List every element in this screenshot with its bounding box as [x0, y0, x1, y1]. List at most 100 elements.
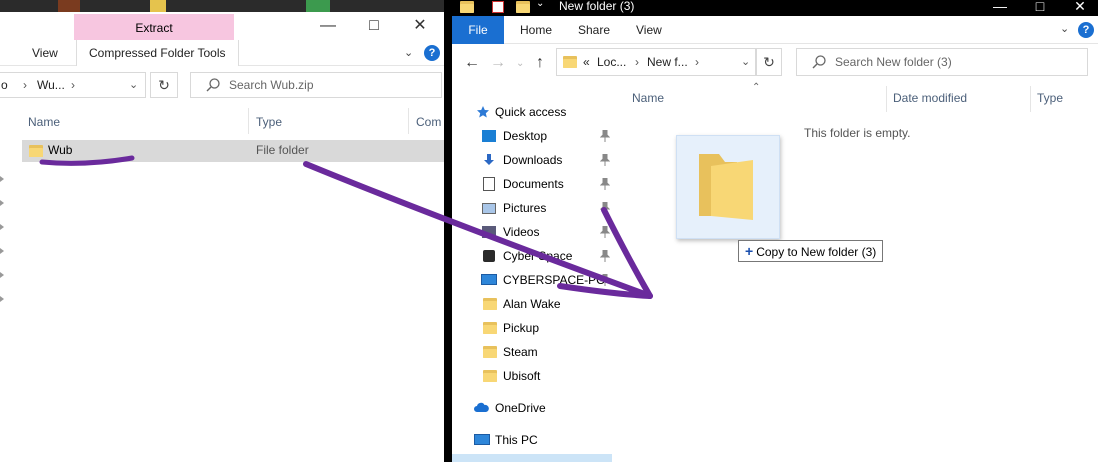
- column-header-compressed-size[interactable]: Com: [416, 112, 441, 132]
- new-folder-icon[interactable]: [516, 1, 530, 13]
- recent-locations-icon[interactable]: ⌄: [516, 58, 524, 69]
- nav-item-local-disk-selected[interactable]: [452, 454, 612, 462]
- breadcrumb-item[interactable]: Wu...: [37, 78, 65, 92]
- tab-view[interactable]: View: [32, 40, 58, 66]
- nav-label: OneDrive: [495, 401, 546, 415]
- breadcrumb-item[interactable]: New f...: [647, 55, 688, 69]
- nav-expand-icon[interactable]: [0, 200, 4, 206]
- refresh-button[interactable]: ↻: [150, 72, 178, 98]
- maximize-button[interactable]: □: [352, 12, 396, 40]
- address-dropdown-icon[interactable]: ⌄: [741, 55, 750, 68]
- nav-item-pickup[interactable]: Pickup: [452, 317, 612, 339]
- breadcrumb-item[interactable]: Loc...: [597, 55, 626, 69]
- column-divider[interactable]: [1030, 86, 1031, 112]
- minimize-button[interactable]: —: [306, 12, 350, 40]
- nav-expand-icon[interactable]: [0, 296, 4, 302]
- cloud-icon: [474, 402, 489, 412]
- column-divider[interactable]: [408, 108, 409, 134]
- help-button[interactable]: ?: [424, 45, 440, 61]
- empty-folder-message: This folder is empty.: [804, 126, 911, 140]
- nav-expand-icon[interactable]: [0, 176, 4, 182]
- ribbon-expand-icon[interactable]: ⌄: [404, 46, 413, 59]
- tab-view[interactable]: View: [636, 17, 662, 43]
- search-icon: [206, 78, 220, 92]
- desktop-app-icon: [306, 0, 330, 12]
- right-ribbon: File Home Share View ⌄ ?: [452, 16, 1098, 44]
- nav-label: Pictures: [503, 201, 547, 215]
- right-address-bar-area: ← → ⌄ ↑ « Loc... › New f... › ⌄ ↻ Search…: [452, 44, 1098, 84]
- desktop-app-icon: [150, 0, 166, 12]
- folder-icon: [29, 145, 43, 157]
- right-search-box[interactable]: Search New folder (3): [796, 48, 1088, 76]
- file-list-area[interactable]: Name ⌃ Date modified Type This folder is…: [612, 82, 1098, 462]
- nav-expand-icon[interactable]: [0, 272, 4, 278]
- right-explorer-window: ⌄ New folder (3) — □ ✕ File Home Share V…: [452, 0, 1098, 462]
- nav-label: Alan Wake: [503, 297, 561, 311]
- download-icon: [484, 154, 494, 165]
- pc-icon: [474, 434, 490, 445]
- maximize-button[interactable]: □: [1022, 0, 1058, 14]
- drag-preview-thumbnail: [676, 135, 780, 239]
- tab-extract[interactable]: Extract: [74, 14, 234, 42]
- nav-item-quick-access[interactable]: Quick access: [452, 101, 612, 123]
- nav-item-documents[interactable]: Documents: [452, 173, 612, 195]
- nav-item-videos[interactable]: Videos: [452, 221, 612, 243]
- file-row-wub[interactable]: Wub File folder: [22, 140, 444, 162]
- properties-icon[interactable]: [492, 1, 504, 13]
- folder-icon: [483, 370, 497, 382]
- left-address-bar[interactable]: o › Wu... › ⌄: [0, 72, 146, 98]
- desktop-behind-strip: [0, 0, 444, 12]
- nav-item-steam[interactable]: Steam: [452, 341, 612, 363]
- nav-item-pictures[interactable]: Pictures: [452, 197, 612, 219]
- column-header-name[interactable]: Name: [28, 112, 60, 132]
- address-dropdown-icon[interactable]: ⌄: [129, 78, 138, 91]
- column-header-name[interactable]: Name: [632, 88, 664, 108]
- tab-share[interactable]: Share: [578, 17, 610, 43]
- navigation-pane: Quick access Desktop Downloads Documents…: [452, 84, 612, 462]
- refresh-button[interactable]: ↻: [756, 48, 782, 76]
- folder-icon: [563, 56, 577, 68]
- nav-item-ubisoft[interactable]: Ubisoft: [452, 365, 612, 387]
- tab-home[interactable]: Home: [520, 17, 552, 43]
- close-button[interactable]: ✕: [398, 12, 442, 40]
- left-search-box[interactable]: Search Wub.zip: [190, 72, 442, 98]
- back-arrow-icon[interactable]: ←: [464, 54, 480, 72]
- nav-label: Documents: [503, 177, 564, 191]
- close-button[interactable]: ✕: [1062, 0, 1098, 15]
- nav-item-cyberspace-pc[interactable]: CYBERSPACE-PC: [452, 269, 612, 291]
- star-icon: [477, 106, 489, 118]
- ribbon-expand-icon[interactable]: ⌄: [1060, 22, 1069, 35]
- column-divider[interactable]: [886, 86, 887, 112]
- window-title: New folder (3): [559, 0, 635, 13]
- breadcrumb-chevron-icon: ›: [71, 78, 75, 92]
- nav-expand-icon[interactable]: [0, 224, 4, 230]
- tab-file[interactable]: File: [452, 16, 504, 44]
- right-title-bar: ⌄ New folder (3) — □ ✕: [452, 0, 1098, 16]
- nav-item-downloads[interactable]: Downloads: [452, 149, 612, 171]
- column-header-type[interactable]: Type: [256, 112, 282, 132]
- help-button[interactable]: ?: [1078, 22, 1094, 38]
- breadcrumb-item[interactable]: o: [1, 78, 8, 92]
- file-name: Wub: [48, 143, 73, 157]
- nav-item-alan-wake[interactable]: Alan Wake: [452, 293, 612, 315]
- column-header-date-modified[interactable]: Date modified: [893, 88, 967, 108]
- nav-expand-icon[interactable]: [0, 248, 4, 254]
- right-address-bar[interactable]: « Loc... › New f... › ⌄: [556, 48, 756, 76]
- breadcrumb-chevron-icon: ›: [695, 55, 699, 69]
- breadcrumb-chevron-icon: ›: [23, 78, 27, 92]
- sort-up-icon: ⌃: [752, 82, 761, 93]
- videos-icon: [482, 226, 496, 238]
- column-header-type[interactable]: Type: [1037, 88, 1063, 108]
- nav-item-cyber-space[interactable]: Cyber Space: [452, 245, 612, 267]
- quick-access-toolbar-dropdown-icon[interactable]: ⌄: [536, 0, 544, 9]
- forward-arrow-icon[interactable]: →: [490, 54, 506, 72]
- tab-compressed-folder-tools[interactable]: Compressed Folder Tools: [76, 40, 239, 66]
- up-arrow-icon[interactable]: ↑: [536, 54, 544, 72]
- column-divider[interactable]: [248, 108, 249, 134]
- minimize-button[interactable]: —: [982, 0, 1018, 14]
- nav-item-desktop[interactable]: Desktop: [452, 125, 612, 147]
- nav-item-onedrive[interactable]: OneDrive: [452, 397, 612, 419]
- breadcrumb-overflow[interactable]: «: [583, 55, 590, 69]
- nav-item-this-pc[interactable]: This PC: [452, 429, 612, 451]
- search-icon: [812, 55, 826, 69]
